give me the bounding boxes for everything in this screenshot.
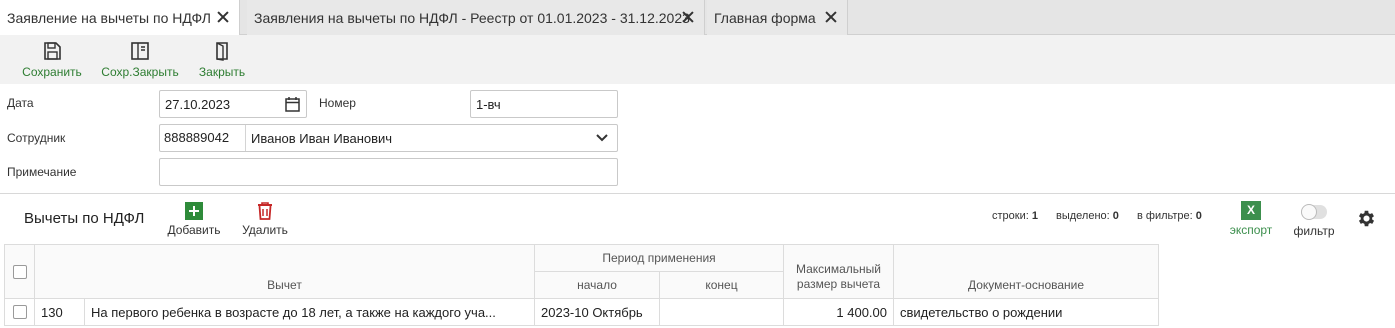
- grid-title: Вычеты по НДФЛ: [24, 210, 145, 227]
- calendar-icon[interactable]: [285, 96, 300, 112]
- rows-count: строки: 1: [992, 210, 1038, 222]
- column-header-document[interactable]: Документ-основание: [893, 244, 1159, 299]
- row-start: 2023-10 Октябрь: [534, 298, 660, 326]
- select-all-checkbox[interactable]: [12, 264, 27, 279]
- deductions-table: Вычет Период применения Максимальный раз…: [4, 244, 1159, 326]
- delete-label: Удалить: [242, 223, 288, 237]
- employee-code: 888889042: [160, 125, 246, 151]
- row-checkbox[interactable]: [12, 305, 27, 319]
- column-header-end[interactable]: конец: [659, 271, 784, 299]
- plus-icon: [185, 202, 203, 220]
- trash-icon: [258, 202, 272, 220]
- date-label: Дата: [7, 96, 34, 110]
- selected-count: выделено: 0: [1056, 210, 1119, 222]
- tab-bar: Заявление на вычеты по НДФЛ Заявления на…: [0, 0, 1395, 36]
- employee-select[interactable]: 888889042 Иванов Иван Иванович: [159, 124, 618, 152]
- tab-registry[interactable]: Заявления на вычеты по НДФЛ - Реестр от …: [247, 0, 705, 35]
- row-end: [659, 298, 784, 326]
- column-header-period: Период применения: [534, 244, 784, 272]
- chevron-down-icon[interactable]: [596, 133, 608, 143]
- close-icon[interactable]: [823, 9, 839, 25]
- filter-toggle[interactable]: фильтр: [1290, 201, 1338, 238]
- row-select-cell: [4, 298, 35, 326]
- filter-count-label: в фильтре:: [1137, 210, 1193, 222]
- row-deduction-name: На первого ребенка в возрасте до 18 лет,…: [84, 298, 535, 326]
- add-label: Добавить: [167, 223, 221, 237]
- table-row[interactable]: 130 На первого ребенка в возрасте до 18 …: [4, 298, 1159, 326]
- date-field[interactable]: 27.10.2023: [159, 90, 307, 118]
- row-document: свидетельство о рождении: [893, 298, 1159, 326]
- add-button[interactable]: Добавить: [165, 201, 223, 237]
- filter-label: фильтр: [1293, 224, 1335, 238]
- column-header-deduction[interactable]: Вычет: [34, 244, 535, 299]
- save-icon: [44, 42, 61, 60]
- note-label: Примечание: [7, 165, 77, 179]
- close-button[interactable]: Закрыть: [196, 41, 248, 81]
- toolbar: Сохранить Сохр.Закрыть Закрыть: [0, 35, 1395, 84]
- filter-count: в фильтре: 0: [1137, 210, 1202, 222]
- export-label: экспорт: [1229, 223, 1273, 237]
- note-field[interactable]: [159, 158, 618, 186]
- door-icon: [216, 42, 228, 61]
- rows-count-label: строки:: [992, 210, 1029, 222]
- deductions-panel: Вычеты по НДФЛ Добавить Удалить строки: …: [0, 193, 1395, 328]
- column-header-max-amount[interactable]: Максимальный размер вычета: [783, 244, 894, 299]
- delete-button[interactable]: Удалить: [240, 201, 290, 237]
- date-value: 27.10.2023: [165, 96, 231, 112]
- number-label: Номер: [319, 96, 356, 110]
- number-field[interactable]: 1-вч: [470, 90, 618, 118]
- tab-label: Заявление на вычеты по НДФЛ: [7, 10, 211, 26]
- rows-count-value: 1: [1031, 210, 1038, 222]
- save-label: Сохранить: [22, 65, 82, 79]
- excel-icon: X: [1241, 201, 1261, 220]
- tab-label: Главная форма: [714, 9, 816, 26]
- export-button[interactable]: X экспорт: [1227, 201, 1275, 237]
- save-close-icon: [131, 42, 149, 60]
- close-icon[interactable]: [215, 9, 231, 25]
- close-label: Закрыть: [198, 65, 246, 79]
- save-button[interactable]: Сохранить: [20, 41, 84, 81]
- toggle-switch[interactable]: [1301, 204, 1327, 220]
- tab-deduction-application[interactable]: Заявление на вычеты по НДФЛ: [0, 0, 240, 36]
- save-close-button[interactable]: Сохр.Закрыть: [100, 41, 180, 81]
- column-header-start[interactable]: начало: [534, 271, 660, 299]
- close-icon[interactable]: [680, 9, 696, 25]
- tab-main-form[interactable]: Главная форма: [707, 0, 848, 35]
- save-close-label: Сохр.Закрыть: [101, 65, 179, 79]
- selected-count-value: 0: [1112, 210, 1119, 222]
- select-all-header: [4, 244, 35, 299]
- row-max-amount: 1 400.00: [783, 298, 894, 326]
- row-code: 130: [34, 298, 85, 326]
- employee-label: Сотрудник: [7, 131, 66, 145]
- number-value: 1-вч: [476, 96, 501, 112]
- selected-count-label: выделено:: [1056, 210, 1110, 222]
- employee-name: Иванов Иван Иванович: [251, 130, 393, 146]
- gear-icon[interactable]: [1356, 208, 1377, 229]
- filter-count-value: 0: [1195, 210, 1202, 222]
- tab-label: Заявления на вычеты по НДФЛ - Реестр от …: [254, 9, 690, 26]
